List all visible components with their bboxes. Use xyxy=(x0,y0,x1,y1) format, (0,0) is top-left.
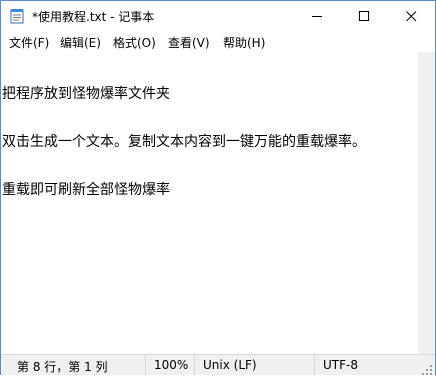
title-bar[interactable]: *使用教程.txt - 记事本 xyxy=(1,1,435,31)
text-line: 重载即可刷新全部怪物爆率 xyxy=(2,182,170,198)
close-icon xyxy=(406,11,417,22)
status-divider xyxy=(145,355,146,375)
text-line: 双击生成一个文本。复制文本内容到一键万能的重载爆率。 xyxy=(2,134,366,150)
status-bar: 第 8 行，第 1 列 100% Unix (LF) UTF-8 xyxy=(1,354,435,375)
notepad-icon xyxy=(10,8,24,24)
maximize-icon xyxy=(359,11,369,21)
menu-format[interactable]: 格式(O) xyxy=(113,34,156,51)
menu-view[interactable]: 查看(V) xyxy=(168,34,210,51)
cursor-position: 第 8 行，第 1 列 xyxy=(17,360,108,374)
text-editor[interactable]: 把程序放到怪物爆率文件夹 双击生成一个文本。复制文本内容到一键万能的重载爆率。 … xyxy=(1,52,418,354)
resize-grip-icon[interactable] xyxy=(421,361,433,375)
menu-help[interactable]: 帮助(H) xyxy=(223,34,265,51)
status-divider xyxy=(314,355,315,375)
minimize-button[interactable] xyxy=(294,1,341,31)
vertical-scrollbar[interactable] xyxy=(418,52,435,354)
zoom-level: 100% xyxy=(154,358,189,372)
notepad-window: *使用教程.txt - 记事本 文件(F) 编辑(E) 格式(O) 查看(V) … xyxy=(0,0,436,375)
line-ending: Unix (LF) xyxy=(203,358,257,372)
text-line: 把程序放到怪物爆率文件夹 xyxy=(2,86,170,102)
close-button[interactable] xyxy=(388,1,435,31)
menu-bar: 文件(F) 编辑(E) 格式(O) 查看(V) 帮助(H) xyxy=(1,31,435,51)
status-divider xyxy=(194,355,195,375)
maximize-button[interactable] xyxy=(341,1,388,31)
encoding: UTF-8 xyxy=(323,358,358,372)
menu-edit[interactable]: 编辑(E) xyxy=(60,34,101,51)
window-title: *使用教程.txt - 记事本 xyxy=(32,10,155,24)
menu-file[interactable]: 文件(F) xyxy=(9,34,49,51)
minimize-icon xyxy=(312,16,322,17)
